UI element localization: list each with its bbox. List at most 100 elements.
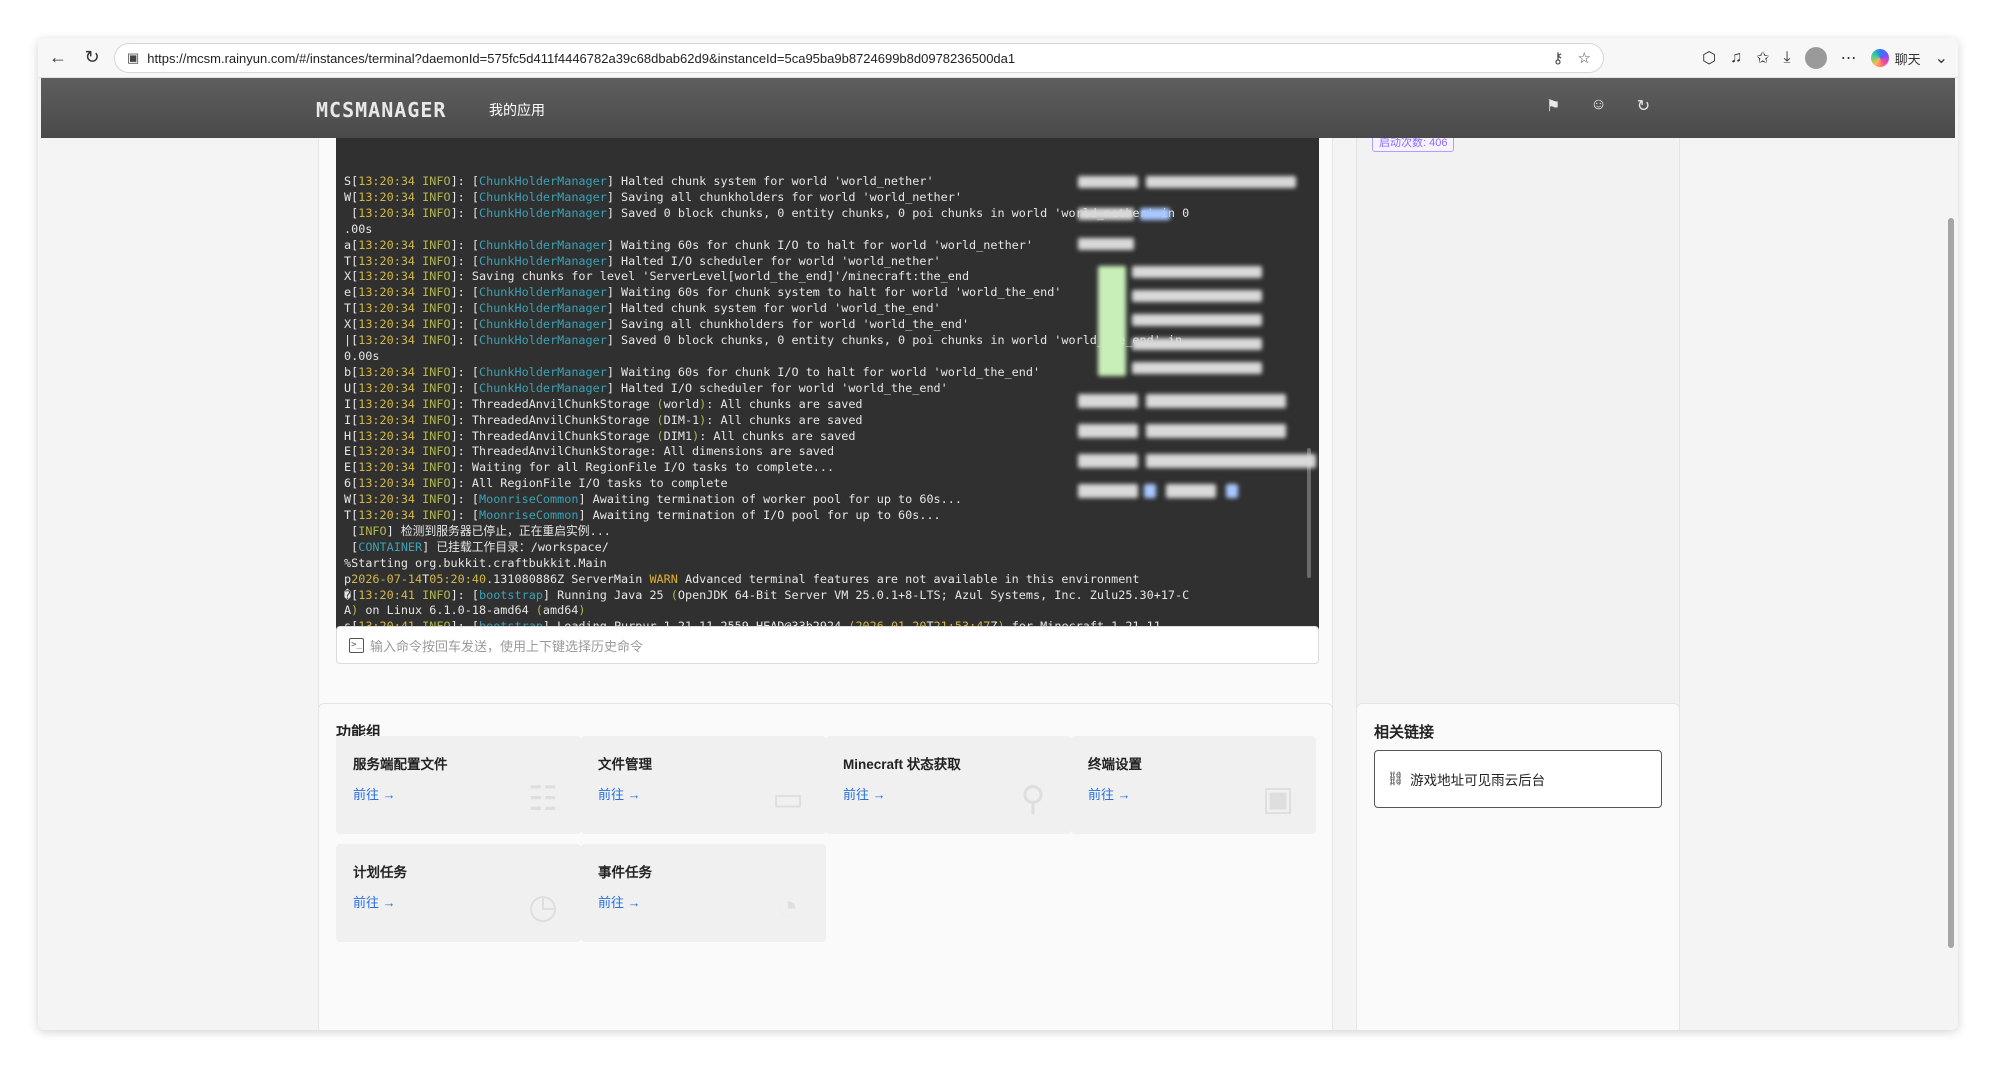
terminal-segment: E[: [344, 460, 359, 475]
function-tile-title: Minecraft 状态获取: [843, 757, 961, 772]
blurred-value: [1140, 208, 1170, 220]
related-link-item[interactable]: ⛓ 游戏地址可见雨云后台: [1374, 750, 1662, 808]
terminal-segment: ChunkHolderManager: [479, 253, 607, 268]
terminal-segment: CONTAINER: [358, 539, 423, 554]
function-tile[interactable]: 计划任务 前往 → ◷: [336, 844, 581, 942]
function-tile[interactable]: 事件任务 前往 → ◔: [581, 844, 826, 942]
terminal-line: 6[13:20:34 INFO]: All RegionFile I/O tas…: [344, 476, 1307, 492]
terminal-segment: INFO: [422, 460, 451, 475]
function-tile-title: 事件任务: [598, 865, 652, 880]
go-link[interactable]: 前往 →: [598, 784, 641, 803]
blurred-value: [1146, 394, 1286, 408]
go-link[interactable]: 前往 →: [843, 784, 886, 803]
more-icon[interactable]: ⋯: [1841, 48, 1857, 68]
copilot-icon: [1870, 49, 1889, 67]
chat-button[interactable]: 聊天: [1870, 49, 1921, 68]
terminal-segment: ]: ThreadedAnvilChunkStorage: [450, 412, 657, 427]
terminal-segment: 13:20:34: [358, 269, 416, 284]
theme-brush-icon[interactable]: ⚑: [1546, 96, 1560, 116]
terminal-segment: T[: [344, 253, 359, 268]
terminal-segment: (: [656, 412, 664, 427]
terminal-segment: ChunkHolderManager: [479, 174, 607, 188]
favorites-icon[interactable]: ✩: [1756, 48, 1769, 68]
blurred-label: [1078, 454, 1138, 468]
terminal-segment: ]: All RegionFile I/O tasks to complete: [450, 476, 728, 491]
terminal-segment: INFO: [422, 444, 451, 459]
go-link[interactable]: 前往 →: [1088, 784, 1131, 803]
user-icon[interactable]: ☺: [1590, 96, 1606, 116]
nav-my-apps[interactable]: 我的应用: [489, 100, 545, 120]
favorite-star-icon[interactable]: ☆: [1578, 49, 1591, 67]
blurred-value: [1132, 338, 1262, 350]
terminal-line: a[13:20:34 INFO]: [ChunkHolderManager] W…: [344, 238, 1307, 254]
terminal-segment: ]: [: [450, 587, 479, 602]
terminal-output[interactable]: S[13:20:34 INFO]: [ChunkHolderManager] H…: [336, 118, 1319, 653]
terminal-segment: T[: [344, 301, 359, 316]
terminal-segment: [: [344, 205, 359, 220]
extensions-icon[interactable]: ⬡: [1702, 48, 1716, 68]
site-info-icon[interactable]: ▣: [127, 50, 139, 66]
downloads-icon[interactable]: ⤓: [1784, 49, 1791, 67]
function-tile[interactable]: 服务端配置文件 前往 → ☷: [336, 736, 581, 834]
terminal-segment: ]: [: [450, 253, 479, 268]
terminal-segment: ]: ThreadedAnvilChunkStorage: [450, 428, 657, 443]
blurred-value: [1132, 314, 1262, 326]
user-search-icon: ⚲: [1020, 780, 1046, 818]
terminal-segment: ]: [: [450, 189, 479, 204]
terminal-segment: 05:20:40: [429, 571, 487, 586]
terminal-segment: 13:20:34: [358, 333, 416, 348]
language-icon[interactable]: ↻: [1637, 96, 1650, 116]
media-icon[interactable]: ♫: [1730, 49, 1742, 67]
terminal-segment: 13:20:34: [358, 237, 416, 252]
terminal-segment: INFO: [422, 317, 451, 332]
terminal-segment: 13:20:34: [358, 301, 416, 316]
key-icon[interactable]: ⚷: [1553, 49, 1564, 67]
related-link-label[interactable]: 游戏地址可见雨云后台: [1410, 769, 1545, 789]
blurred-value: [1132, 290, 1262, 302]
app-logo[interactable]: MCSMANAGER: [316, 98, 446, 122]
terminal-line: .00s: [344, 222, 1307, 238]
terminal-segment: 13:20:34: [358, 205, 416, 220]
back-icon[interactable]: ←: [44, 44, 72, 72]
terminal-segment: ]: ThreadedAnvilChunkStorage: All dimens…: [450, 444, 835, 459]
go-link[interactable]: 前往 →: [353, 892, 396, 911]
related-links-title: 相关链接: [1374, 724, 1435, 741]
function-tile[interactable]: 终端设置 前往 → ▣: [1071, 736, 1316, 834]
command-placeholder[interactable]: 输入命令按回车发送，使用上下键选择历史命令: [370, 636, 643, 655]
app-header: MCSMANAGER 我的应用 ⚑ ☺ ↻: [41, 78, 1955, 138]
terminal-segment: : All chunks are saved: [706, 412, 863, 427]
terminal-segment: ]: Saving chunks for level 'ServerLevel[…: [450, 269, 970, 284]
blurred-value: [1226, 484, 1238, 498]
blurred-status: [1098, 266, 1126, 376]
chevron-down-icon[interactable]: ⌄: [1935, 48, 1948, 68]
terminal-segment: 13:20:41: [358, 587, 416, 602]
terminal-segment: ]: ThreadedAnvilChunkStorage: [450, 396, 657, 411]
terminal-segment: INFO: [422, 301, 451, 316]
terminal-segment: 13:20:34: [358, 444, 416, 459]
reload-icon[interactable]: ↻: [78, 44, 106, 72]
go-link[interactable]: 前往 →: [598, 892, 641, 911]
profile-avatar[interactable]: [1804, 47, 1827, 69]
blurred-label: [1078, 424, 1138, 438]
clock-icon: ◷: [528, 888, 558, 926]
terminal-segment: INFO: [422, 508, 451, 523]
page-scrollbar[interactable]: [1948, 218, 1954, 948]
terminal-segment: 13:20:34: [358, 364, 416, 379]
terminal-segment: INFO: [422, 174, 451, 188]
command-input[interactable]: >_ 输入命令按回车发送，使用上下键选择历史命令: [336, 626, 1319, 664]
terminal-segment: 13:20:34: [358, 285, 416, 300]
function-tile[interactable]: Minecraft 状态获取前往 → ⚲: [826, 736, 1071, 834]
terminal-segment: ]: [: [450, 301, 479, 316]
address-bar[interactable]: ▣ https://mcsm.rainyun.com/#/instances/t…: [114, 43, 1604, 73]
terminal-segment: 2026-07-14: [351, 571, 423, 586]
blurred-value: [1132, 266, 1262, 278]
function-tile[interactable]: 文件管理 前往 → ▭: [581, 736, 826, 834]
terminal-segment: INFO: [422, 396, 451, 411]
terminal-segment: U[: [344, 380, 359, 395]
terminal-segment: world: [663, 396, 700, 411]
terminal-segment: a[: [344, 237, 359, 252]
go-link[interactable]: 前往 →: [353, 784, 396, 803]
address-text[interactable]: https://mcsm.rainyun.com/#/instances/ter…: [147, 51, 1552, 66]
terminal-segment: DIM1: [663, 428, 693, 443]
terminal-segment: ]: [: [450, 317, 479, 332]
